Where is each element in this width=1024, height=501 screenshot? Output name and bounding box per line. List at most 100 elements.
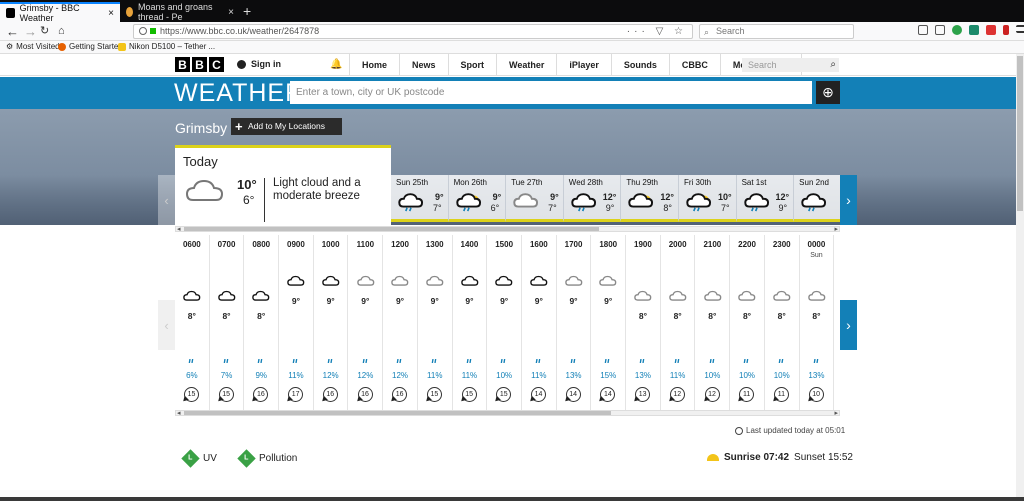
reload-icon[interactable]: ↻ [40,24,49,39]
hour-column[interactable]: 2100 8° 10% 12 [696,235,731,410]
scroll-right-icon[interactable]: ▸ [834,409,838,417]
hour-column[interactable]: 1000 9° 12% 16 [314,235,349,410]
tab-moans-thread[interactable]: Moans and groans thread - Pe × [120,2,240,22]
page-scrollbar-thumb[interactable] [1017,56,1023,211]
rain-chance: 13% [808,371,825,380]
weather-title[interactable]: WEATHER [174,79,304,108]
back-icon[interactable]: ← [6,24,19,39]
raindrop-icon [327,359,333,363]
url-bar[interactable]: https://www.bbc.co.uk/weather/2647878 ··… [133,24,693,39]
home-icon[interactable]: ⌂ [58,24,65,39]
bookmark-nikon[interactable]: Nikon D5100 – Tether ... [118,42,215,51]
hour-time: 1500 [495,240,514,249]
days-next-button[interactable]: › [840,175,857,225]
day-card[interactable]: Tue 27th 9° 7° [506,175,564,222]
uv-indicator[interactable]: L UV [181,449,217,468]
hour-column[interactable]: 1700 9° 13% 14 [557,235,592,410]
locate-me-button[interactable]: ⊕ [816,81,840,104]
days-prev-button[interactable]: ‹ [158,175,175,225]
nav-sounds[interactable]: Sounds [610,54,669,76]
hour-temp: 9° [500,296,509,306]
hour-column[interactable]: 1500 9° 10% 15 [487,235,522,410]
day-card[interactable]: Sun 2nd1 [794,175,840,222]
hours-scrollbar[interactable]: ◂ ▸ [175,409,840,417]
nav-news[interactable]: News [399,54,448,76]
hour-column[interactable]: 2000 8° 11% 12 [661,235,696,410]
hour-column[interactable]: 1200 9° 12% 16 [383,235,418,410]
day-name: Thu 29th [626,178,658,187]
nav-weather[interactable]: Weather [496,54,556,76]
tab-grimsby-weather[interactable]: Grimsby - BBC Weather × [0,2,120,23]
sign-in-link[interactable]: Sign in [237,59,281,69]
hour-column[interactable]: 0000 Sun 8° 13% 10 [800,235,834,410]
browser-search-placeholder: Search [716,26,745,36]
browser-search-input[interactable]: ⌕ Search [699,24,854,39]
cloud-dark-icon [460,275,479,290]
cloud-dark-icon [530,275,548,290]
extension-teal-icon[interactable] [969,25,979,35]
tab-close-button[interactable]: × [108,8,114,19]
day-card[interactable]: Fri 30th 10° 7° [678,175,737,222]
hours-scrollbar-thumb[interactable] [184,411,611,415]
day-card[interactable]: Mon 26th 9° 6° [448,175,507,222]
extension-green-icon[interactable] [952,25,962,35]
cloud-light-icon [773,290,791,305]
days-scrollbar-thumb[interactable] [184,227,599,231]
hour-column[interactable]: 0700 8° 7% 15 [210,235,245,410]
search-icon[interactable]: ⌕ [830,58,836,72]
forward-icon[interactable]: → [24,24,37,39]
wind-speed: 11 [773,387,789,402]
scroll-left-icon[interactable]: ◂ [177,409,181,417]
hour-column[interactable]: 1900 8° 13% 13 [626,235,661,410]
hours-prev-button[interactable]: ‹ [158,300,175,350]
location-search-input[interactable]: Enter a town, city or UK postcode [290,81,812,104]
day-card[interactable]: Thu 29th 12° 8° [621,175,679,222]
library-icon[interactable] [918,25,928,35]
scroll-right-icon[interactable]: ▸ [834,225,838,233]
nav-cbbc[interactable]: CBBC [668,54,720,76]
rain-chance: 12% [357,371,374,380]
hour-column[interactable]: 1100 9° 12% 16 [349,235,384,410]
hour-column[interactable]: 2200 8° 10% 11 [730,235,765,410]
hours-next-button[interactable]: › [840,300,857,350]
raindrop-icon [743,359,749,363]
hour-column[interactable]: 1800 9° 15% 14 [591,235,627,410]
nav-home[interactable]: Home [349,54,399,76]
extension-t-icon[interactable] [1003,25,1009,35]
hour-temp: 8° [257,311,266,321]
days-scrollbar[interactable]: ◂ ▸ [175,225,840,233]
page-scrollbar[interactable] [1016,54,1024,497]
hour-column[interactable]: 2300 8° 10% 11 [765,235,800,410]
nav-iplayer[interactable]: iPlayer [556,54,611,76]
add-location-button[interactable]: + Add to My Locations [231,118,342,135]
new-tab-button[interactable]: + [243,3,251,19]
tab-close-button[interactable]: × [228,7,234,18]
hour-column[interactable]: 1300 9° 11% 15 [418,235,453,410]
bbc-search-input[interactable]: Search ⌕ [742,58,839,72]
day-card[interactable]: Wed 28th 12° 9° [563,175,622,222]
sidebar-icon[interactable] [935,25,945,35]
hour-column[interactable]: 0800 8° 9% 16 [244,235,280,410]
bookmark-most-visited[interactable]: ⚙ Most Visited [6,42,60,51]
hour-column[interactable]: 1400 9° 11% 15 [453,235,488,410]
scroll-left-icon[interactable]: ◂ [177,225,181,233]
menu-icon[interactable] [1016,25,1024,33]
today-panel[interactable]: Today 10° 6° Light cloud and a moderate … [175,145,391,225]
hour-column[interactable]: 0900 9° 11% 17 [279,235,314,410]
hour-time: 1200 [391,240,409,249]
nav-sport[interactable]: Sport [447,54,497,76]
hour-temp: 8° [708,311,717,321]
page-actions-icons[interactable]: ··· ▽ ☆ [627,25,687,38]
day-card[interactable]: Sun 25th 9° 7° [391,175,449,222]
bookmark-getting-started[interactable]: Getting Started [58,42,123,51]
hour-temp: 9° [534,296,543,306]
info-icon[interactable] [139,27,147,35]
extension-red-icon[interactable] [986,25,996,35]
pollution-indicator[interactable]: L Pollution [237,449,297,468]
hour-column[interactable]: 1600 9° 11% 14 [522,235,557,410]
day-card[interactable]: Sat 1st 12° 9° [736,175,795,222]
bell-icon[interactable]: 🔔 [330,59,342,70]
hour-column[interactable]: 0600 8° 6% 15 [175,235,210,410]
bbc-logo[interactable]: B B C [175,57,224,72]
hour-temp: 9° [569,296,578,306]
